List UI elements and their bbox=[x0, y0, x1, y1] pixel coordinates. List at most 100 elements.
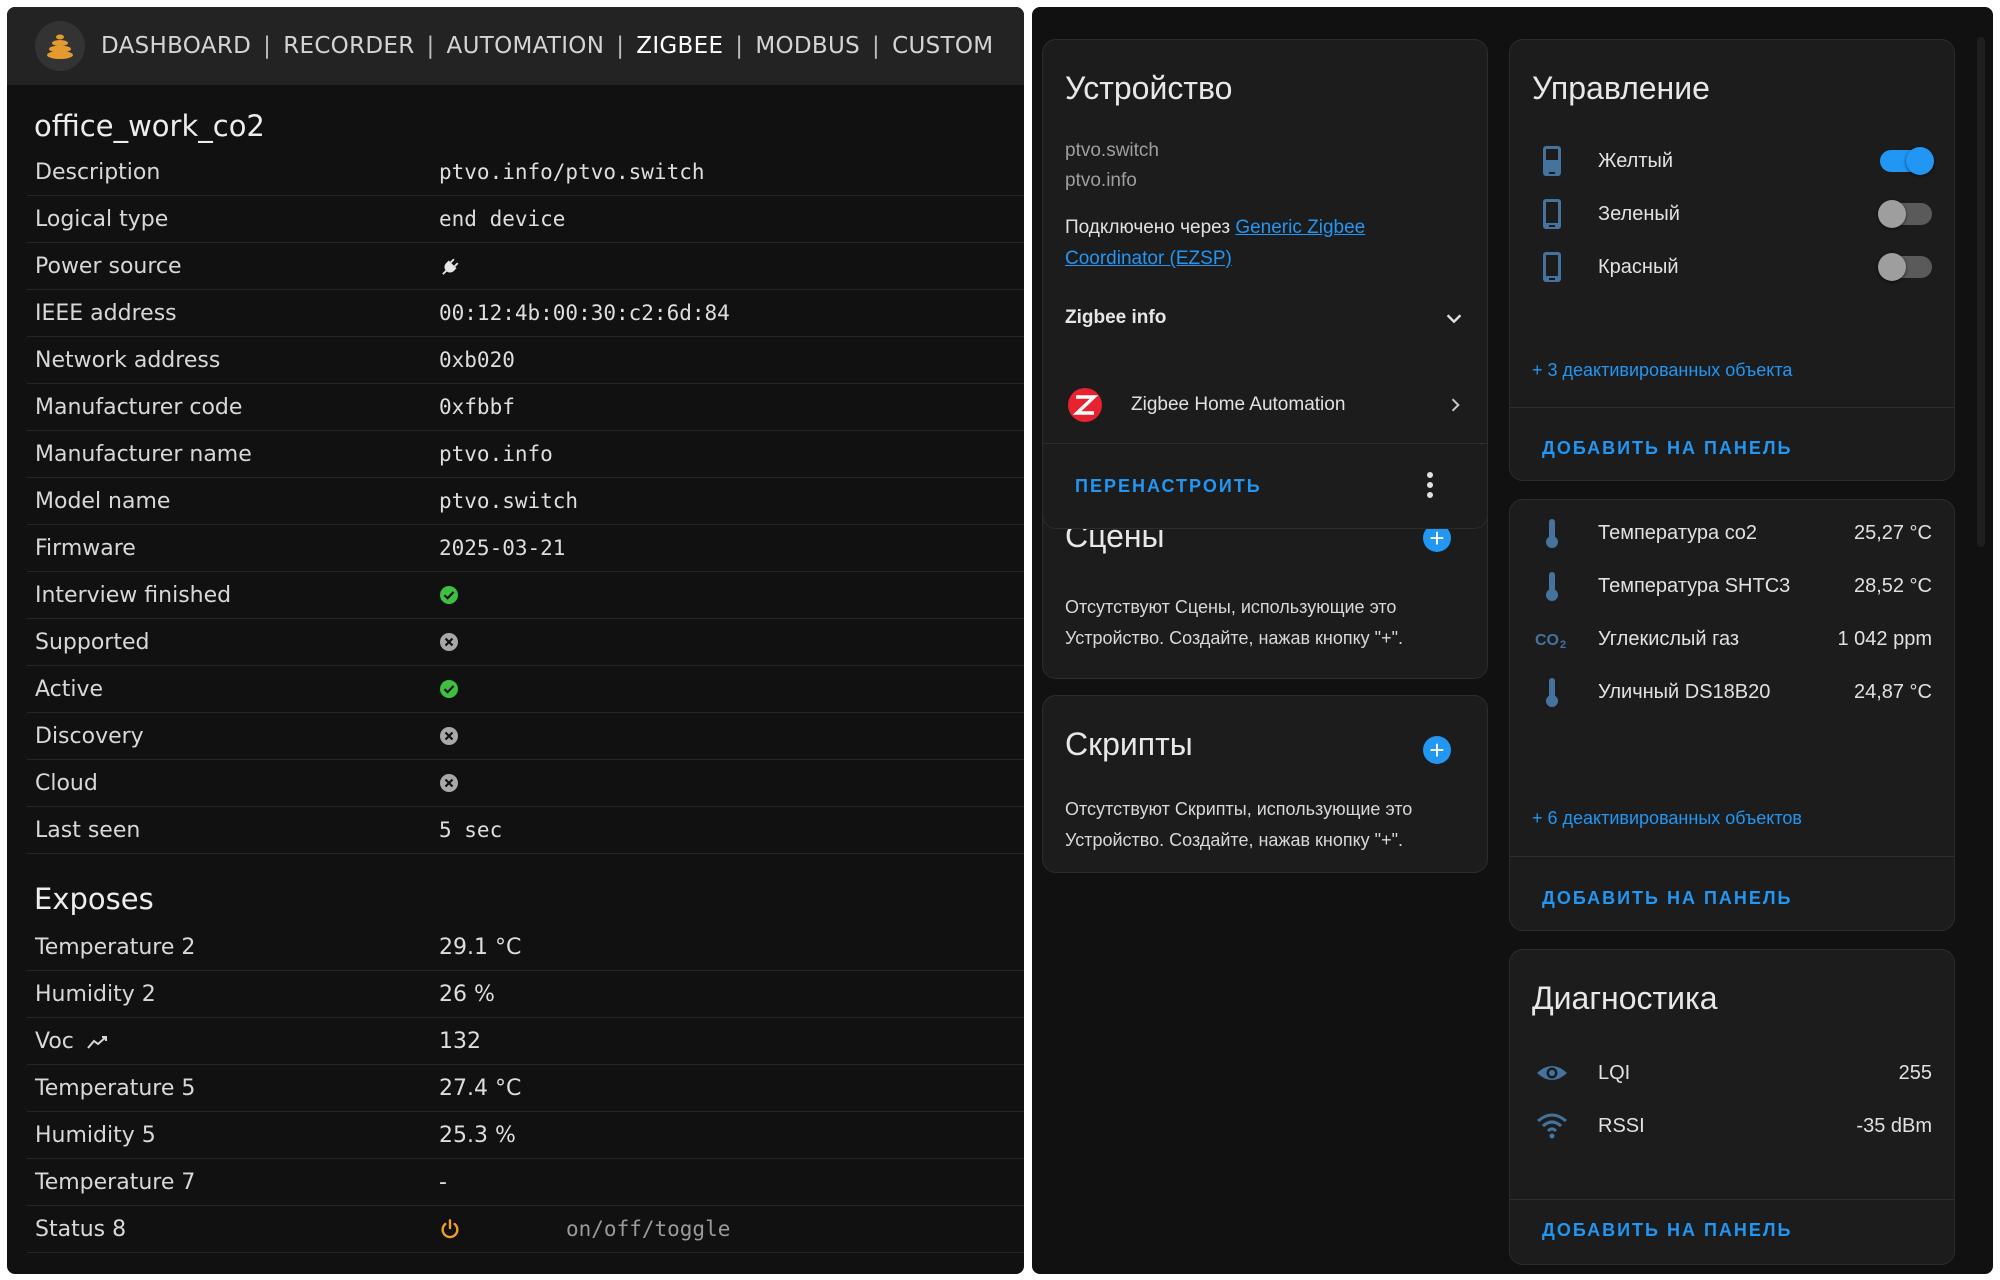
nav-separator: | bbox=[426, 33, 435, 59]
divider bbox=[1043, 443, 1487, 444]
zha-logo-icon bbox=[1065, 387, 1105, 423]
device-info-row: Supported bbox=[27, 619, 1024, 666]
device-info-row: Firmware 2025-03-21 bbox=[27, 525, 1024, 572]
disabled-entities-link[interactable]: + 3 деактивированных объекта bbox=[1532, 360, 1792, 381]
expose-value: 27.4 °C bbox=[439, 1075, 522, 1101]
device-model: ptvo.switch bbox=[1065, 140, 1159, 161]
expose-value: 132 bbox=[439, 1028, 481, 1054]
device-info-label: Logical type bbox=[35, 206, 169, 232]
switch-entity-row[interactable]: Зеленый bbox=[1532, 189, 1932, 239]
expose-row: Humidity 5 25.3 % bbox=[27, 1112, 1024, 1159]
scripts-card-title: Скрипты bbox=[1065, 726, 1193, 762]
co2-icon: CO 2 bbox=[1532, 627, 1572, 651]
switch-entity-row[interactable]: Красный bbox=[1532, 242, 1932, 292]
device-title: office_work_co2 bbox=[34, 109, 265, 143]
expose-row: Voc 132 bbox=[27, 1018, 1024, 1065]
nav-separator: | bbox=[263, 33, 272, 59]
scrollbar[interactable] bbox=[1977, 37, 1985, 547]
sensors-card: Температура co2 25,27 °C Температура SHT… bbox=[1509, 499, 1955, 931]
device-info-value: 0xfbbf bbox=[439, 395, 515, 419]
device-info-label: IEEE address bbox=[35, 300, 177, 326]
reconfigure-button[interactable]: ПЕРЕНАСТРОИТЬ bbox=[1075, 476, 1262, 497]
power-icon[interactable] bbox=[439, 1218, 461, 1240]
nav-recorder[interactable]: RECORDER bbox=[283, 33, 414, 59]
top-navigation: DASHBOARD | RECORDER | AUTOMATION | ZIGB… bbox=[7, 7, 1024, 85]
toggle-switch[interactable] bbox=[1878, 200, 1932, 228]
diagnostics-card: Диагностика LQI 255 RSSI -35 dBm ДОБАВИТ… bbox=[1509, 949, 1955, 1265]
sensor-entity-row[interactable]: Температура co2 25,27 °C bbox=[1532, 508, 1932, 558]
device-info-row: IEEE address 00:12:4b:00:30:c2:6d:84 bbox=[27, 290, 1024, 337]
plug-icon bbox=[439, 256, 459, 276]
add-to-dashboard-button[interactable]: ДОБАВИТЬ НА ПАНЕЛЬ bbox=[1542, 1220, 1792, 1241]
disabled-entities-link[interactable]: + 6 деактивированных объектов bbox=[1532, 808, 1802, 829]
expose-value: 29.1 °C bbox=[439, 934, 522, 960]
exposes-table: Temperature 2 29.1 °C Humidity 2 26 % Voc 13… bbox=[7, 924, 1024, 1253]
nav-separator: | bbox=[616, 33, 625, 59]
controls-card-title: Управление bbox=[1532, 70, 1710, 106]
x-circle-icon bbox=[439, 773, 459, 793]
device-info-label: Last seen bbox=[35, 817, 141, 843]
device-info-label: Manufacturer name bbox=[35, 441, 252, 467]
device-info-value: ptvo.info bbox=[439, 442, 553, 466]
sensor-entity-name: Углекислый газ bbox=[1598, 627, 1740, 650]
device-card: Устройство ptvo.switch ptvo.info Подключ… bbox=[1042, 39, 1488, 529]
device-info-label: Manufacturer code bbox=[35, 394, 243, 420]
add-to-dashboard-button[interactable]: ДОБАВИТЬ НА ПАНЕЛЬ bbox=[1542, 888, 1792, 909]
nav-custom[interactable]: CUSTOM bbox=[892, 33, 993, 59]
thermometer-icon bbox=[1532, 676, 1572, 708]
nav-separator: | bbox=[872, 33, 881, 59]
thermometer-icon bbox=[1532, 570, 1572, 602]
sensor-entity-row[interactable]: Уличный DS18B20 24,87 °C bbox=[1532, 667, 1932, 717]
diagnostic-entity-row[interactable]: LQI 255 bbox=[1532, 1048, 1932, 1098]
zigbee-info-expander[interactable]: Zigbee info bbox=[1065, 298, 1465, 338]
device-info-value: 2025-03-21 bbox=[439, 536, 566, 560]
diagnostic-entity-row[interactable]: RSSI -35 dBm bbox=[1532, 1101, 1932, 1151]
device-info-row: Logical type end device bbox=[27, 196, 1024, 243]
toggle-switch[interactable] bbox=[1878, 253, 1932, 281]
expose-row: Humidity 2 26 % bbox=[27, 971, 1024, 1018]
sensor-entity-name: Уличный DS18B20 bbox=[1598, 680, 1771, 703]
sensor-entity-value: 24,87 °C bbox=[1853, 680, 1932, 703]
divider bbox=[1510, 407, 1954, 408]
wifi-icon bbox=[1532, 1112, 1572, 1140]
diagnostic-entity-value: 255 bbox=[1898, 1061, 1932, 1084]
integration-row[interactable]: Zigbee Home Automation bbox=[1065, 380, 1465, 430]
x-circle-icon bbox=[439, 632, 459, 652]
device-info-label: Cloud bbox=[35, 770, 98, 796]
switch-entity-name: Зеленый bbox=[1598, 202, 1680, 225]
device-info-label: Discovery bbox=[35, 723, 144, 749]
chevron-right-icon bbox=[1451, 398, 1460, 412]
expose-label: Temperature 5 bbox=[35, 1075, 196, 1101]
thermometer-icon bbox=[1532, 517, 1572, 549]
add-to-dashboard-button[interactable]: ДОБАВИТЬ НА ПАНЕЛЬ bbox=[1542, 438, 1792, 459]
more-options-icon[interactable] bbox=[1425, 470, 1435, 505]
sensor-entity-row[interactable]: Температура SHTC3 28,52 °C bbox=[1532, 561, 1932, 611]
nav-automation[interactable]: AUTOMATION bbox=[447, 33, 605, 59]
expose-label: Temperature 7 bbox=[35, 1169, 196, 1195]
device-manufacturer: ptvo.info bbox=[1065, 170, 1137, 191]
connected-via: Подключено через Generic Zigbee Coordina… bbox=[1065, 212, 1445, 274]
app-logo-icon[interactable] bbox=[35, 21, 85, 71]
x-circle-icon bbox=[439, 726, 459, 746]
connected-via-label: Подключено через bbox=[1065, 217, 1231, 238]
nav-zigbee[interactable]: ZIGBEE bbox=[636, 33, 723, 59]
device-info-row: Manufacturer code 0xfbbf bbox=[27, 384, 1024, 431]
check-circle-icon bbox=[439, 679, 459, 699]
nav-dashboard[interactable]: DASHBOARD bbox=[101, 33, 251, 59]
nav-modbus[interactable]: MODBUS bbox=[755, 33, 860, 59]
device-info-row: Model name ptvo.switch bbox=[27, 478, 1024, 525]
diagnostic-entity-name: LQI bbox=[1598, 1061, 1631, 1084]
toggle-switch[interactable] bbox=[1880, 147, 1934, 175]
switch-entity-row[interactable]: Желтый bbox=[1532, 136, 1934, 186]
device-info-table: Description ptvo.info/ptvo.switch Logical … bbox=[7, 149, 1024, 854]
diagnostic-entity-value: -35 dBm bbox=[1856, 1114, 1932, 1137]
add-script-button[interactable]: + bbox=[1423, 736, 1451, 764]
sensor-entity-value: 28,52 °C bbox=[1853, 574, 1932, 597]
device-info-label: Active bbox=[35, 676, 104, 702]
divider bbox=[1510, 1199, 1954, 1200]
sensor-entity-name: Температура co2 bbox=[1598, 521, 1757, 544]
device-info-value: 00:12:4b:00:30:c2:6d:84 bbox=[439, 301, 730, 325]
sensor-entity-row[interactable]: CO 2 Углекислый газ 1 042 ppm bbox=[1532, 614, 1932, 664]
switch-entity-name: Желтый bbox=[1598, 149, 1674, 172]
controls-card: Управление Желтый Зеленый Красный + 3 де… bbox=[1509, 39, 1955, 481]
